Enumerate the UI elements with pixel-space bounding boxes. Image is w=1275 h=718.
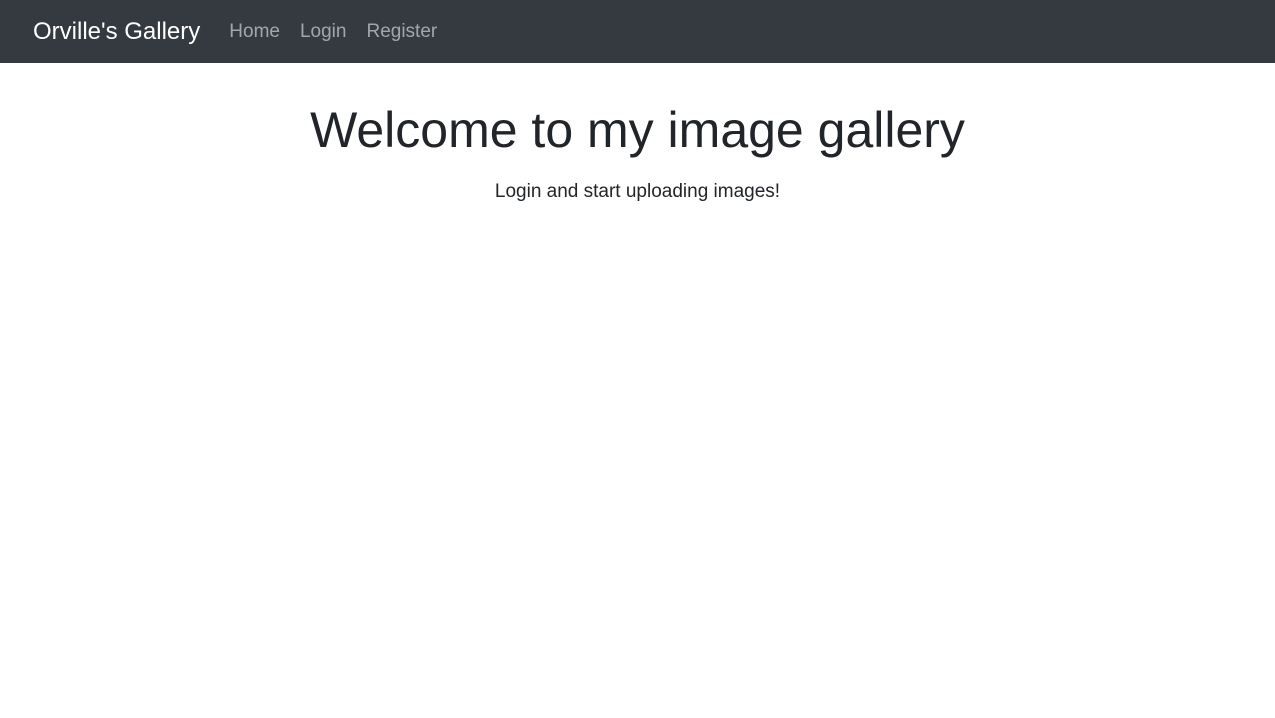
page-title: Welcome to my image gallery <box>310 102 965 158</box>
navbar: Orville's Gallery Home Login Register <box>0 0 1275 63</box>
nav-link-home[interactable]: Home <box>229 20 290 44</box>
page-subtitle: Login and start uploading images! <box>494 181 781 202</box>
nav-link-register[interactable]: Register <box>366 20 437 44</box>
main-content: Welcome to my image gallery Login and st… <box>0 63 1275 204</box>
brand-link[interactable]: Orville's Gallery <box>33 17 200 47</box>
nav-links: Home Login Register <box>229 0 437 63</box>
nav-link-login[interactable]: Login <box>300 20 357 44</box>
